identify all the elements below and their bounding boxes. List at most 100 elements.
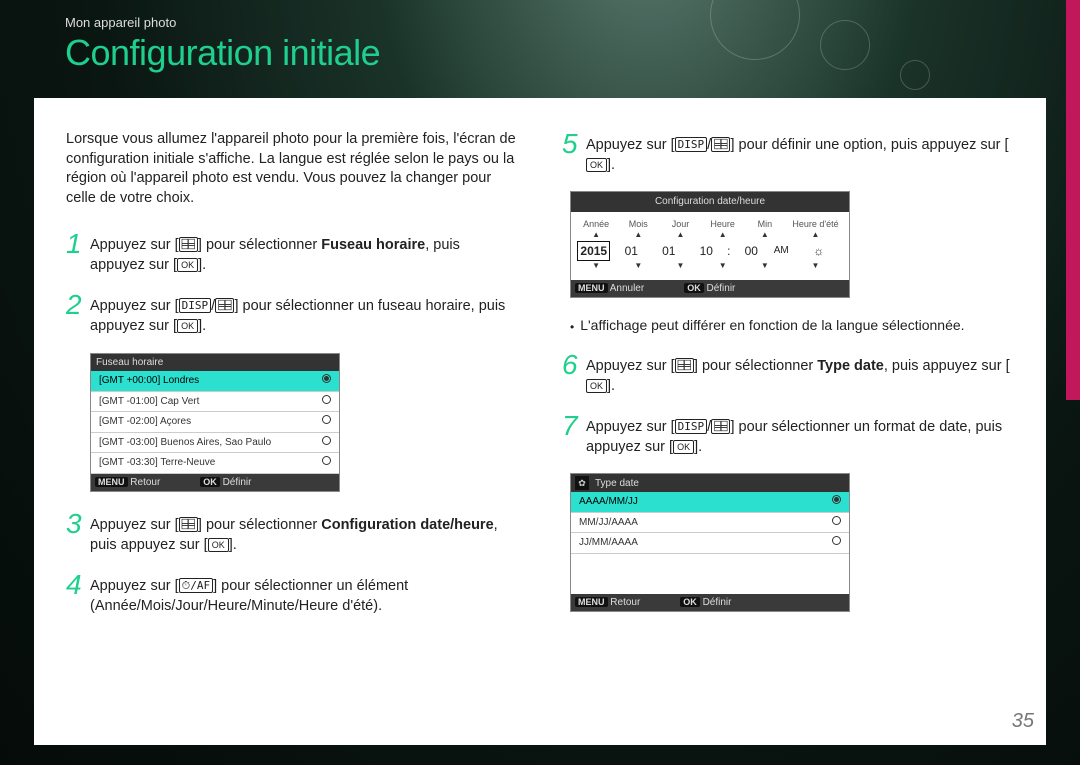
step-6: 6 Appuyez sur [⌸⌸] pour sélectionner Typ… bbox=[562, 351, 1014, 396]
note: • L'affichage peut différer en fonction … bbox=[570, 316, 1014, 335]
ok-tag: OK bbox=[684, 283, 704, 293]
page-title: Configuration initiale bbox=[65, 32, 380, 74]
intro-text: Lorsque vous allumez l'appareil photo po… bbox=[66, 130, 518, 208]
left-column: Lorsque vous allumez l'appareil photo po… bbox=[66, 130, 540, 735]
right-column: 5 Appuyez sur [DISP/⌸⌸] pour définir une… bbox=[540, 130, 1014, 735]
ok-icon: OK bbox=[177, 258, 198, 272]
disp-icon: DISP bbox=[179, 298, 212, 313]
step-text: Appuyez sur [ bbox=[586, 358, 675, 374]
ampm-value[interactable]: AM bbox=[770, 244, 793, 258]
step-text: , puis appuyez sur [ bbox=[884, 358, 1010, 374]
list-item[interactable]: [GMT -03:00] Buenos Aires, Sao Paulo bbox=[91, 433, 339, 454]
ok-icon: OK bbox=[673, 440, 694, 454]
dst-icon[interactable]: ☼ bbox=[793, 243, 846, 259]
macro-icon: ⌸⌸ bbox=[179, 517, 198, 532]
radio-icon bbox=[322, 395, 331, 404]
list-item[interactable]: [GMT -01:00] Cap Vert bbox=[91, 392, 339, 413]
step-text: Appuyez sur [ bbox=[586, 137, 675, 153]
disp-icon: DISP bbox=[675, 419, 708, 434]
step-text: Appuyez sur [ bbox=[90, 517, 179, 533]
step-text: ] pour définir une option, puis appuyez … bbox=[730, 137, 1008, 153]
screen-footer: MENU Retour OK Définir bbox=[571, 594, 849, 612]
step-7: 7 Appuyez sur [DISP/⌸⌸] pour sélectionne… bbox=[562, 412, 1014, 457]
menu-label: Retour bbox=[610, 597, 640, 608]
datetime-screen: Configuration date/heure AnnéeMoisJourHe… bbox=[570, 191, 850, 298]
ok-tag: OK bbox=[680, 597, 700, 607]
menu-tag: MENU bbox=[575, 597, 608, 607]
step-3: 3 Appuyez sur [⌸⌸] pour sélectionner Con… bbox=[66, 510, 518, 555]
radio-icon bbox=[322, 415, 331, 424]
ok-icon: OK bbox=[177, 319, 198, 333]
typedate-screen: ✿ Type date AAAA/MM/JJ MM/JJ/AAAA JJ/MM/… bbox=[570, 473, 850, 612]
menu-tag: MENU bbox=[95, 477, 128, 487]
step-text: ]. bbox=[694, 439, 702, 455]
step-number: 2 bbox=[66, 291, 90, 336]
step-text: ]. bbox=[198, 318, 206, 334]
list-label: AAAA/MM/JJ bbox=[579, 495, 638, 509]
list-label: [GMT -01:00] Cap Vert bbox=[99, 395, 199, 409]
macro-icon: ⌸⌸ bbox=[179, 237, 198, 252]
list-item[interactable]: JJ/MM/AAAA bbox=[571, 533, 849, 554]
list-item[interactable]: [GMT -03:30] Terre-Neuve bbox=[91, 453, 339, 474]
menu-label: Retour bbox=[130, 477, 160, 488]
date-values: 2015 01 01 10 : 00 AM ☼ bbox=[575, 241, 845, 261]
step-text: Appuyez sur [ bbox=[586, 419, 675, 435]
ok-icon: OK bbox=[586, 158, 607, 172]
list-label: [GMT -02:00] Açores bbox=[99, 415, 191, 429]
menu-label: Annuler bbox=[610, 283, 644, 294]
macro-icon: ⌸⌸ bbox=[711, 137, 730, 152]
list-label: [GMT -03:30] Terre-Neuve bbox=[99, 456, 215, 470]
step-number: 6 bbox=[562, 351, 586, 396]
screen-title: Configuration date/heure bbox=[571, 192, 849, 212]
step-text: ] pour sélectionner bbox=[198, 517, 321, 533]
radio-icon bbox=[832, 536, 841, 545]
step-text: Appuyez sur [ bbox=[90, 298, 179, 314]
list-item[interactable]: MM/JJ/AAAA bbox=[571, 513, 849, 534]
step-text: ] pour sélectionner bbox=[694, 358, 817, 374]
hour-value[interactable]: 10 bbox=[688, 243, 726, 259]
step-text: ] pour sélectionner bbox=[198, 237, 321, 253]
menu-tag: MENU bbox=[575, 283, 608, 293]
date-labels: AnnéeMoisJourHeureMinHeure d'été bbox=[575, 218, 845, 230]
ok-icon: OK bbox=[586, 379, 607, 393]
step-text: ]. bbox=[229, 537, 237, 553]
step-text: ]. bbox=[607, 157, 615, 173]
list-label: [GMT -03:00] Buenos Aires, Sao Paulo bbox=[99, 436, 271, 450]
screen-title: Type date bbox=[595, 477, 639, 491]
step-number: 4 bbox=[66, 571, 90, 616]
list-label: MM/JJ/AAAA bbox=[579, 516, 638, 530]
list-item[interactable]: AAAA/MM/JJ bbox=[571, 492, 849, 513]
list-item[interactable]: [GMT -02:00] Açores bbox=[91, 412, 339, 433]
year-value[interactable]: 2015 bbox=[577, 241, 610, 261]
ok-label: Définir bbox=[703, 597, 732, 608]
macro-icon: ⌸⌸ bbox=[215, 298, 234, 313]
month-value[interactable]: 01 bbox=[613, 243, 651, 259]
step-2: 2 Appuyez sur [DISP/⌸⌸] pour sélectionne… bbox=[66, 291, 518, 336]
min-value[interactable]: 00 bbox=[733, 243, 771, 259]
list-item[interactable]: [GMT +00:00] Londres bbox=[91, 371, 339, 392]
step-number: 1 bbox=[66, 230, 90, 275]
gear-icon: ✿ bbox=[575, 476, 589, 490]
bullet-icon: • bbox=[570, 316, 574, 335]
step-5: 5 Appuyez sur [DISP/⌸⌸] pour définir une… bbox=[562, 130, 1014, 175]
ok-icon: OK bbox=[208, 538, 229, 552]
screen-title: Fuseau horaire bbox=[91, 354, 339, 372]
accent-bar bbox=[1066, 0, 1080, 400]
screen-footer: MENU Annuler OK Définir bbox=[571, 280, 849, 298]
step-text: Appuyez sur [ bbox=[90, 237, 179, 253]
page-number: 35 bbox=[1012, 708, 1034, 735]
ok-tag: OK bbox=[200, 477, 220, 487]
breadcrumb: Mon appareil photo bbox=[65, 15, 176, 30]
step-number: 3 bbox=[66, 510, 90, 555]
macro-icon: ⌸⌸ bbox=[711, 419, 730, 434]
step-bold: Configuration date/heure bbox=[321, 517, 493, 533]
up-arrows: ▲▲▲▲▲▲ bbox=[575, 230, 845, 241]
timezone-screen: Fuseau horaire [GMT +00:00] Londres [GMT… bbox=[90, 353, 340, 493]
list-label: [GMT +00:00] Londres bbox=[99, 374, 199, 388]
ok-label: Définir bbox=[706, 283, 735, 294]
step-text: ]. bbox=[198, 257, 206, 273]
down-arrows: ▼▼▼▼▼▼ bbox=[575, 261, 845, 272]
day-value[interactable]: 01 bbox=[650, 243, 688, 259]
step-bold: Fuseau horaire bbox=[321, 237, 425, 253]
step-1: 1 Appuyez sur [⌸⌸] pour sélectionner Fus… bbox=[66, 230, 518, 275]
